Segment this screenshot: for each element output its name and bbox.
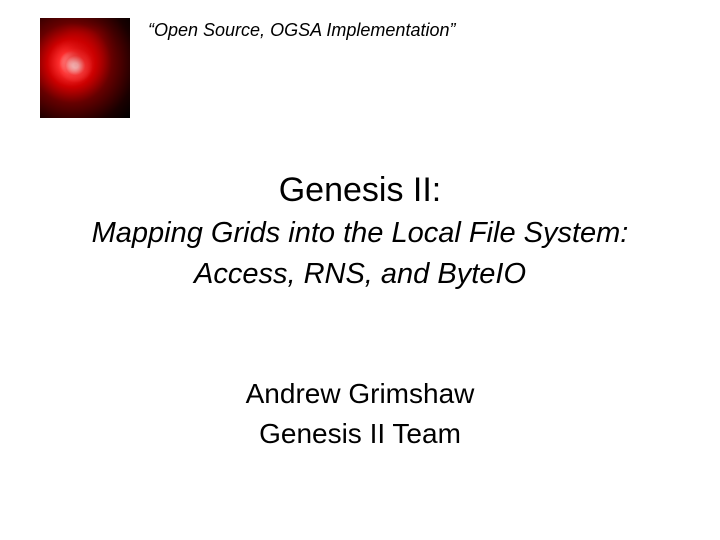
author-team: Genesis II Team (0, 414, 720, 453)
logo-image (40, 18, 130, 118)
author-block: Andrew Grimshaw Genesis II Team (0, 374, 720, 452)
title-subtitle-line2: Access, RNS, and ByteIO (40, 255, 680, 294)
title-main: Genesis II: (40, 168, 680, 212)
title-subtitle-line1: Mapping Grids into the Local File System… (40, 214, 680, 253)
author-name: Andrew Grimshaw (0, 374, 720, 413)
title-block: Genesis II: Mapping Grids into the Local… (0, 168, 720, 294)
header-row: “Open Source, OGSA Implementation” (0, 0, 720, 118)
tagline-text: “Open Source, OGSA Implementation” (148, 20, 455, 41)
